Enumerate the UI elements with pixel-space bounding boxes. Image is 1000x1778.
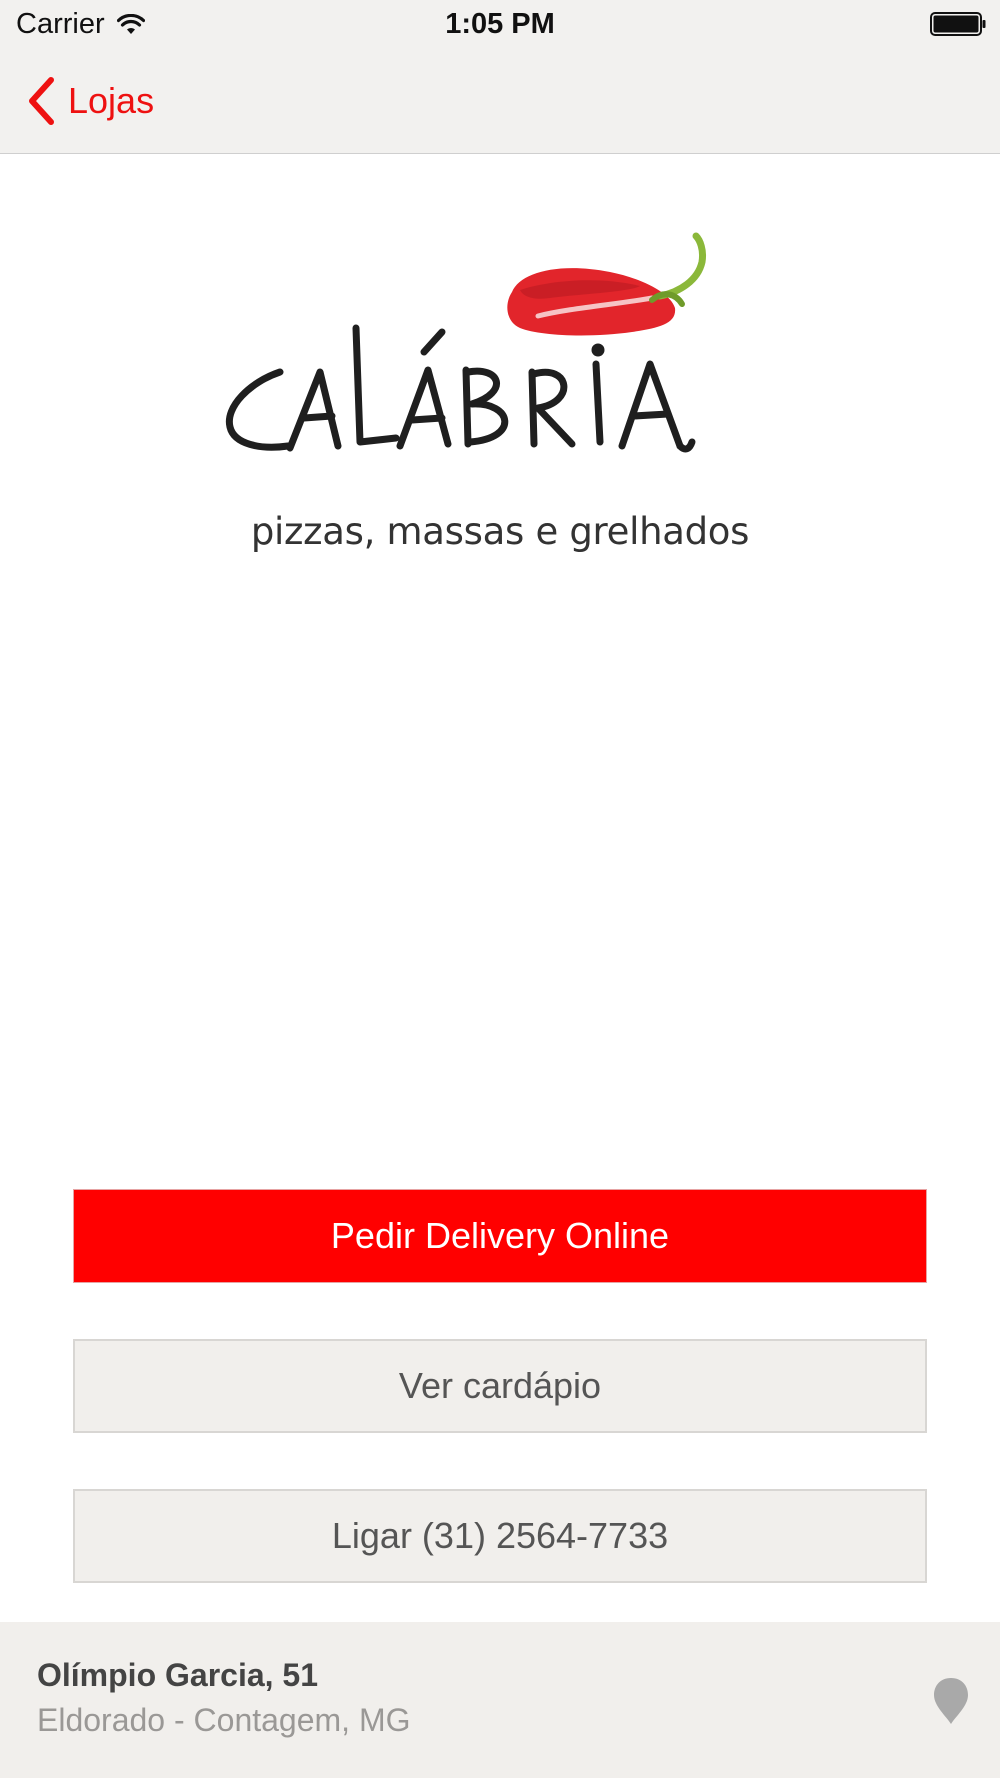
clock: 1:05 PM	[445, 8, 555, 40]
battery-icon	[930, 12, 986, 36]
screen: Carrier 1:05 PM Lojas pizzas, massas e g…	[0, 0, 1000, 1778]
address-street: Olímpio Garcia, 51	[37, 1657, 318, 1693]
back-button-label: Lojas	[68, 80, 155, 121]
address-city: Eldorado - Contagem, MG	[37, 1702, 411, 1738]
map-pin-icon[interactable]	[932, 1676, 970, 1726]
logo-tagline: pizzas, massas e grelhados	[250, 510, 750, 553]
logo-artwork	[225, 232, 706, 453]
navigation-bar: Lojas	[0, 50, 1000, 154]
chevron-left-icon	[29, 77, 54, 125]
view-menu-label: Ver cardápio	[398, 1365, 602, 1406]
back-button[interactable]: Lojas	[26, 76, 154, 126]
order-delivery-label: Pedir Delivery Online	[330, 1215, 670, 1256]
status-bar: Carrier 1:05 PM	[0, 0, 1000, 50]
call-store-button[interactable]: Ligar (31) 2564-7733	[73, 1489, 927, 1583]
store-address-bar[interactable]: Olímpio Garcia, 51 Eldorado - Contagem, …	[0, 1622, 1000, 1778]
view-menu-button[interactable]: Ver cardápio	[73, 1339, 927, 1433]
brand-logo: pizzas, massas e grelhados	[220, 232, 780, 572]
order-delivery-button[interactable]: Pedir Delivery Online	[73, 1189, 927, 1283]
call-store-label: Ligar (31) 2564-7733	[331, 1515, 669, 1556]
